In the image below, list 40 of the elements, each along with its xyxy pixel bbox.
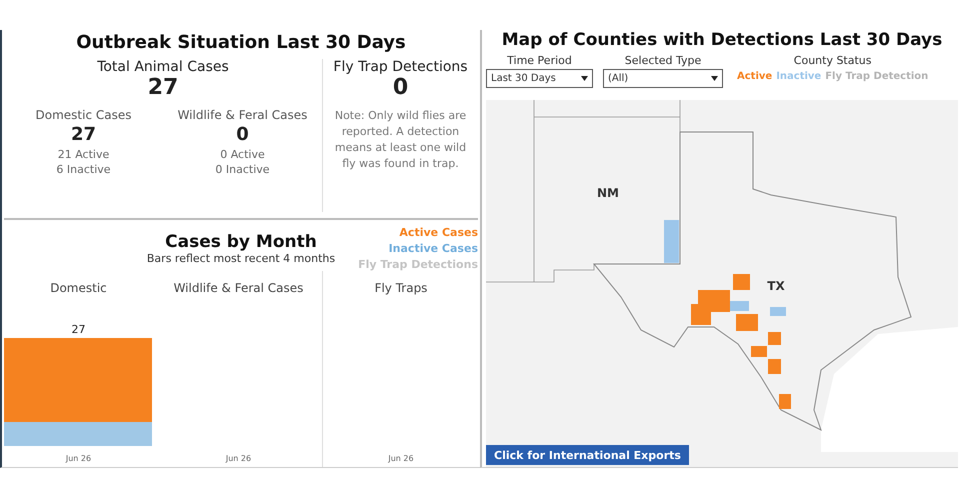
chart-subtitle: Bars reflect most recent 4 months [146, 252, 336, 265]
exports-button[interactable]: Click for International Exports [486, 445, 689, 465]
panel-title: Wildlife & Feral Cases [174, 281, 304, 295]
state-label: TX [767, 279, 785, 293]
stat-value: 0 [236, 124, 249, 145]
legend-item: Fly Trap Detection [825, 70, 928, 84]
stat-label: Fly Trap Detections [333, 59, 468, 75]
stat-label: Total Animal Cases [97, 59, 229, 75]
caret-icon [711, 76, 718, 81]
stat-label: Wildlife & Feral Cases [178, 108, 308, 122]
stat-value: 27 [148, 75, 178, 100]
note-text: Note: Only wild flies are reported. A detection means at least one wild fly was found in trap. [334, 108, 468, 172]
stat-value: 27 [70, 124, 96, 145]
legend-item: Active [737, 70, 772, 84]
caret-icon [581, 76, 588, 81]
legend-item: Active Cases [399, 225, 478, 241]
filter-label: Time Period [507, 54, 572, 67]
stat-detail: 6 Inactive [56, 162, 111, 177]
stat-detail: 21 Active [58, 147, 110, 162]
legend-item: Inactive Cases [388, 241, 478, 257]
stat-detail: 0 Inactive [215, 162, 270, 177]
section-title: Outbreak Situation Last 30 Days [75, 32, 407, 53]
chart-title: Cases by Month [165, 232, 317, 252]
filter-label: Selected Type [624, 54, 702, 67]
stat-value: 0 [392, 75, 408, 100]
legend-title: County Status [794, 54, 872, 67]
dropdown[interactable]: Last 30 Days [486, 69, 593, 88]
axis-label: Jun 26 [388, 454, 414, 463]
bar-value-label: 27 [70, 323, 86, 336]
panel-title: Fly Traps [374, 281, 428, 295]
dropdown[interactable]: (All) [603, 69, 723, 88]
panel-title: Domestic [50, 281, 107, 295]
legend-item: Fly Trap Detections [358, 257, 478, 273]
legend-item: Inactive [776, 70, 822, 84]
stat-detail: 0 Active [220, 147, 265, 162]
section-title: Map of Counties with Detections Last 30 Days [500, 30, 944, 50]
axis-label: Jun 26 [66, 454, 92, 463]
state-label: NM [597, 186, 619, 200]
axis-label: Jun 26 [226, 454, 252, 463]
stat-label: Domestic Cases [36, 108, 132, 122]
